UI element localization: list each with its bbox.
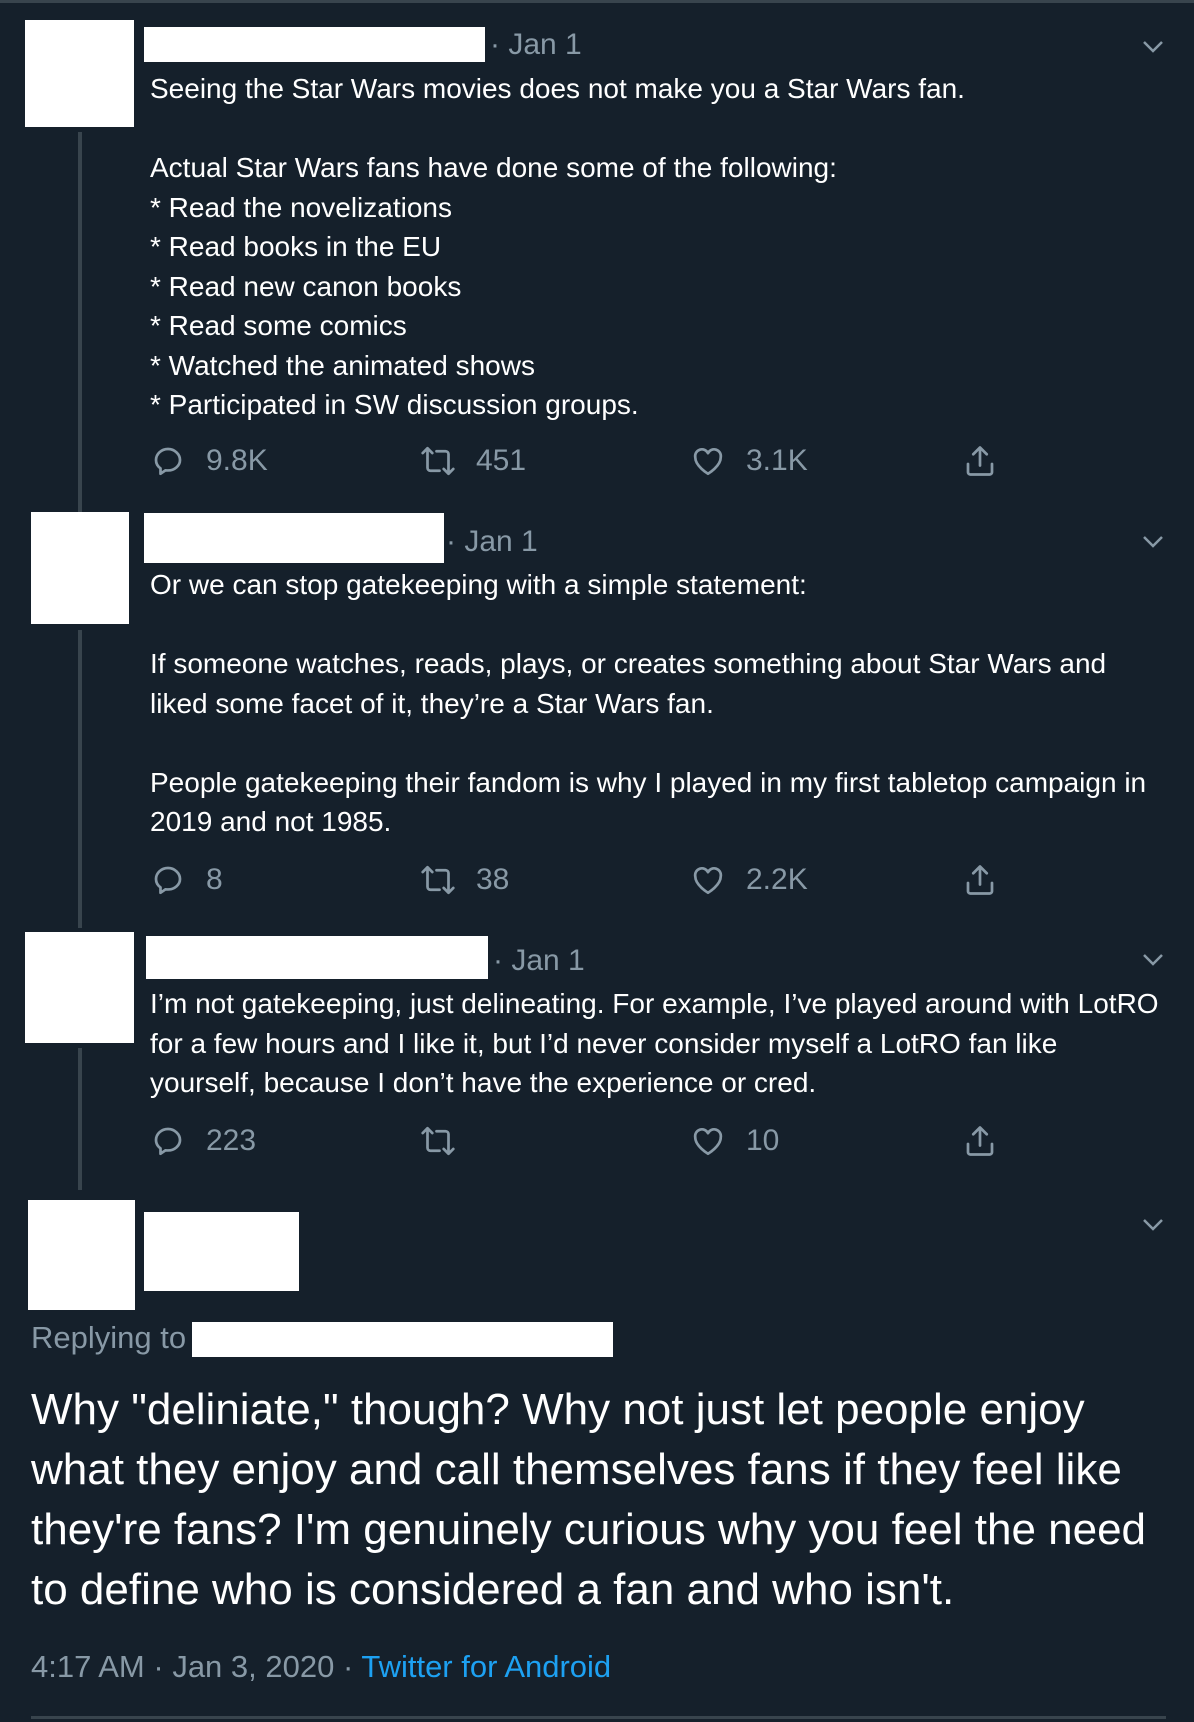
thread-connector	[78, 1048, 82, 1190]
reply-button[interactable]: 8	[150, 862, 223, 898]
user-name-redacted[interactable]	[144, 27, 485, 62]
share-icon	[966, 865, 994, 895]
tweet-full-date[interactable]: Jan 3, 2020	[172, 1649, 334, 1684]
tweet-2: · Jan 1 Or we can stop gatekeeping with …	[0, 500, 1194, 928]
avatar[interactable]	[25, 20, 134, 127]
reply-count: 8	[206, 863, 223, 896]
meta-separator: ·	[144, 1649, 173, 1684]
reply-icon	[154, 866, 182, 895]
user-name-redacted[interactable]	[146, 936, 488, 979]
like-button[interactable]: 2.2K	[690, 862, 808, 898]
tweet-source-link[interactable]: Twitter for Android	[361, 1649, 611, 1684]
tweet-1: · Jan 1 Seeing the Star Wars movies does…	[0, 0, 1194, 512]
chevron-down-icon[interactable]	[1139, 945, 1167, 973]
thread-connector	[78, 630, 82, 928]
like-count: 2.2K	[746, 863, 808, 896]
chevron-down-icon[interactable]	[1139, 32, 1167, 60]
tweet-text: I’m not gatekeeping, just delineating. F…	[150, 988, 1159, 1098]
chevron-down-icon[interactable]	[1139, 527, 1167, 555]
tweet-date[interactable]: · Jan 1	[446, 524, 538, 560]
replying-to-handle-redacted[interactable]	[192, 1322, 613, 1357]
tweet-3: · Jan 1 I’m not gatekeeping, just deline…	[0, 920, 1194, 1190]
reply-button[interactable]: 223	[150, 1123, 256, 1159]
share-button[interactable]	[962, 1123, 998, 1159]
share-icon	[966, 446, 994, 476]
reply-button[interactable]: 9.8K	[150, 443, 268, 479]
like-count: 10	[746, 1124, 780, 1157]
like-count: 3.1K	[746, 444, 808, 477]
retweet-button[interactable]: 38	[420, 862, 509, 898]
heart-icon	[693, 448, 723, 476]
user-name-redacted[interactable]	[144, 1212, 299, 1291]
chevron-down-icon[interactable]	[1139, 1210, 1167, 1238]
tweet-text: Or we can stop gatekeeping with a simple…	[150, 569, 1147, 837]
like-button[interactable]: 10	[690, 1123, 779, 1159]
replying-to-label: Replying to	[31, 1320, 187, 1355]
reply-icon	[154, 447, 182, 476]
retweet-icon	[421, 865, 455, 895]
meta-separator: ·	[334, 1649, 362, 1684]
tweet-date[interactable]: · Jan 1	[490, 27, 582, 63]
tweet-text: Seeing the Star Wars movies does not mak…	[150, 73, 965, 420]
bottom-divider	[31, 1716, 1166, 1719]
tweet-time[interactable]: 4:17 AM	[31, 1649, 145, 1684]
avatar[interactable]	[31, 512, 129, 624]
retweet-count: 451	[476, 444, 527, 477]
share-button[interactable]	[962, 862, 998, 898]
share-button[interactable]	[962, 443, 998, 479]
retweet-button[interactable]: 451	[420, 443, 526, 479]
replying-to: Replying to	[31, 1320, 186, 1356]
retweet-icon	[421, 446, 455, 476]
heart-icon	[693, 867, 723, 895]
retweet-icon	[421, 1126, 455, 1156]
heart-icon	[693, 1128, 723, 1156]
reply-icon	[154, 1127, 182, 1156]
avatar[interactable]	[28, 1200, 135, 1310]
reply-count: 9.8K	[206, 444, 268, 477]
reply-count: 223	[206, 1124, 257, 1157]
like-button[interactable]: 3.1K	[690, 443, 808, 479]
retweet-count: 38	[476, 863, 510, 896]
user-name-redacted[interactable]	[144, 513, 444, 563]
avatar[interactable]	[25, 932, 134, 1043]
tweet-date[interactable]: · Jan 1	[493, 943, 585, 979]
tweet-metadata: 4:17 AM · Jan 3, 2020 · Twitter for Andr…	[31, 1649, 611, 1685]
main-tweet-text: Why "deliniate," though? Why not just le…	[31, 1385, 1147, 1614]
retweet-button[interactable]	[420, 1123, 476, 1159]
thread-connector	[78, 132, 82, 512]
share-icon	[966, 1126, 994, 1156]
